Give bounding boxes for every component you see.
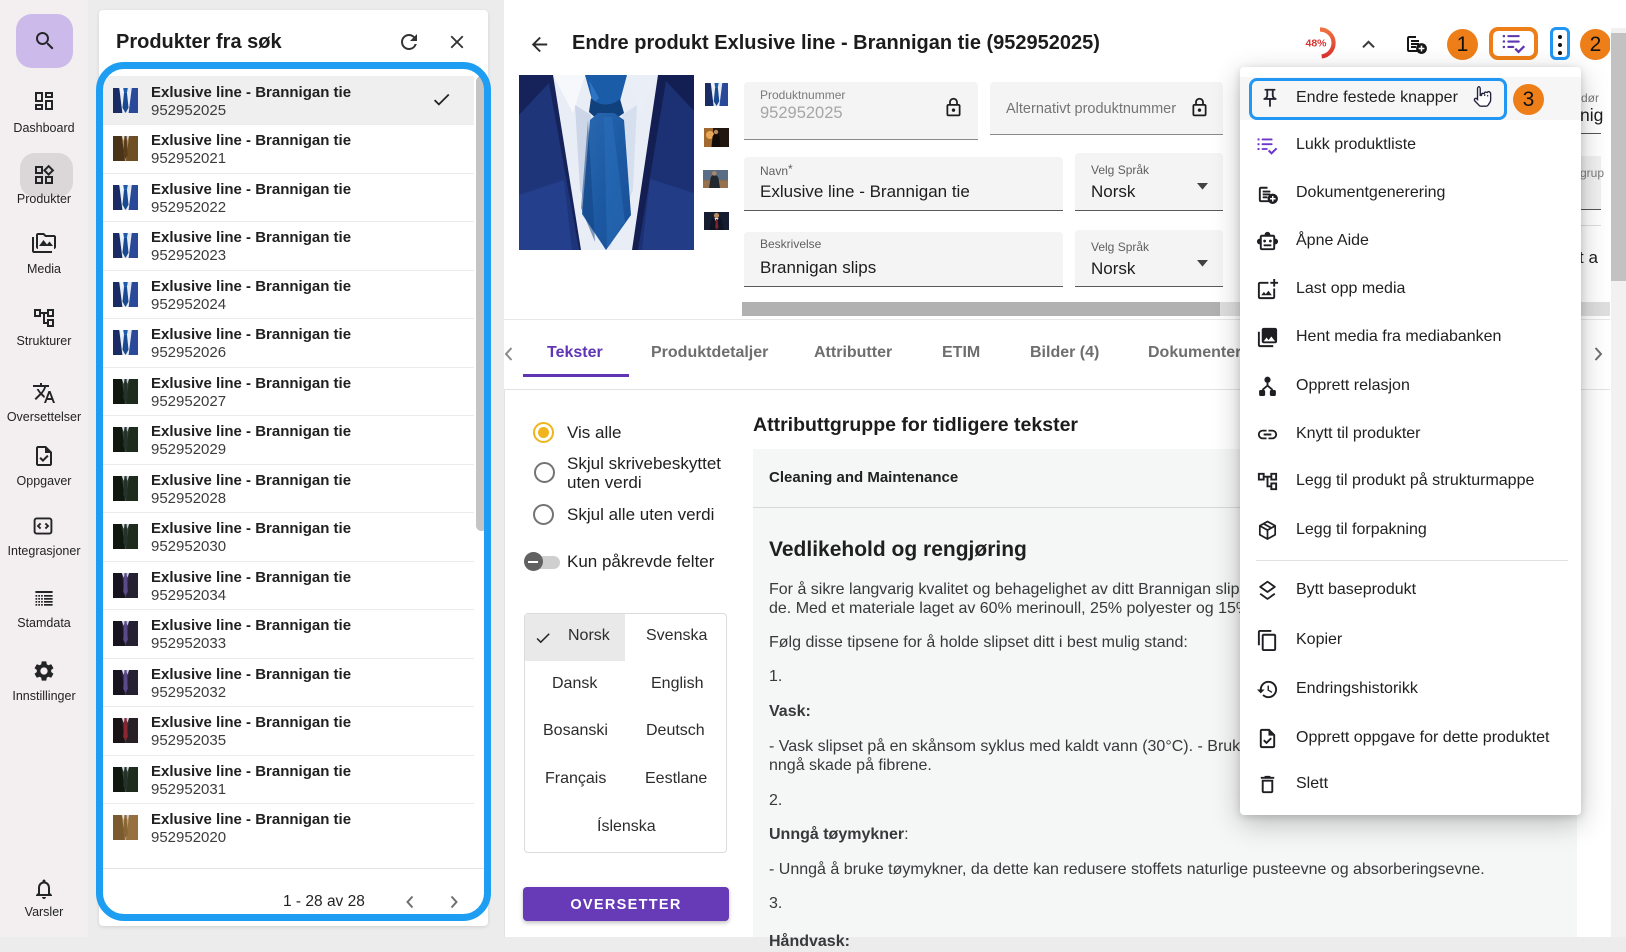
svg-text:48%: 48%	[1306, 37, 1328, 49]
